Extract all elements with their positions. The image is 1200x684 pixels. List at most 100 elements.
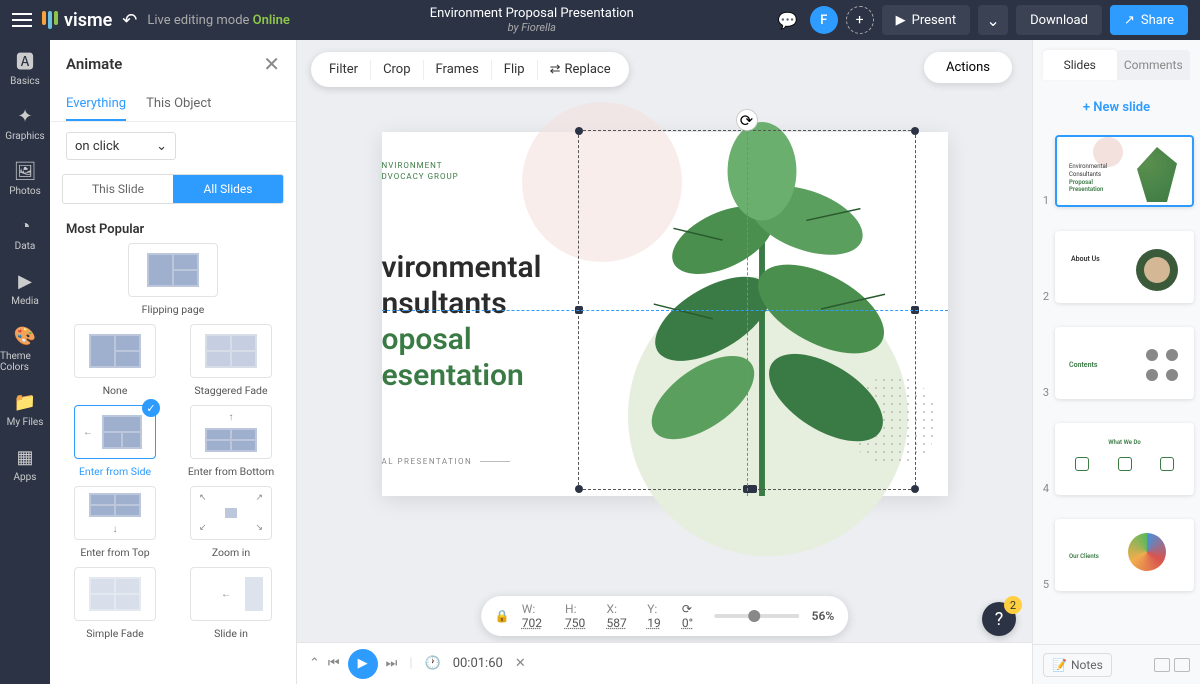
zoom-slider[interactable]: [715, 614, 800, 618]
scope-toggle: This Slide All Slides: [62, 174, 284, 204]
view-list-icon[interactable]: [1174, 658, 1190, 672]
x-value[interactable]: 587: [607, 616, 627, 630]
close-icon[interactable]: ✕: [263, 52, 280, 76]
context-toolbar: Filter Crop Frames Flip ⇄ Replace: [311, 52, 629, 87]
document-title: Environment Proposal Presentation: [300, 6, 764, 21]
anim-simple-fade[interactable]: Simple Fade: [66, 567, 164, 640]
actions-button[interactable]: Actions: [924, 52, 1012, 83]
notes-button[interactable]: 📝 Notes: [1043, 653, 1112, 677]
anim-enter-from-bottom[interactable]: ↑ Enter from Bottom: [182, 405, 280, 478]
slide-footer: AL PRESENTATION: [382, 457, 511, 466]
animation-indicator-icon: ▸: [1170, 493, 1188, 495]
help-button[interactable]: ? 2: [982, 602, 1016, 636]
anim-none[interactable]: None: [66, 324, 164, 397]
animate-title: Animate: [66, 55, 122, 73]
sidebar-item-basics[interactable]: 🅰Basics: [10, 50, 40, 87]
prev-slide-icon[interactable]: ⏮: [328, 656, 340, 671]
section-most-popular: Most Popular: [50, 208, 296, 243]
resize-handle[interactable]: [575, 485, 583, 493]
left-iconbar: 🅰Basics ✦Graphics 🖼Photos ◔Data ▶Media 🎨…: [0, 40, 50, 684]
share-button[interactable]: ↗ Share: [1110, 5, 1188, 35]
present-button[interactable]: ▶ Present: [882, 5, 970, 35]
slide-thumbnail-5[interactable]: Our Clients: [1055, 519, 1194, 591]
menu-icon[interactable]: [12, 13, 32, 27]
view-grid-icon[interactable]: [1154, 658, 1170, 672]
avatar[interactable]: F: [810, 6, 838, 34]
download-button[interactable]: Download: [1016, 5, 1102, 35]
animation-indicator-icon: ▸: [1170, 301, 1188, 303]
slide-thumbnail-4[interactable]: What We Do ▸: [1055, 423, 1194, 495]
scope-all-slides[interactable]: All Slides: [173, 175, 283, 203]
editing-mode-label: Live editing mode Online: [147, 13, 290, 28]
sidebar-item-media[interactable]: ▶Media: [11, 270, 39, 307]
width-value[interactable]: 702: [522, 616, 542, 630]
alignment-guide: [382, 310, 948, 311]
replace-icon: ⇄: [550, 62, 561, 77]
anim-zoom-in[interactable]: ↖↗↙↘ Zoom in: [182, 486, 280, 559]
anim-enter-from-top[interactable]: ↓ Enter from Top: [66, 486, 164, 559]
animate-panel: Animate ✕ Everything This Object on clic…: [50, 40, 297, 684]
comment-icon[interactable]: 💬: [774, 6, 802, 34]
anim-enter-from-side[interactable]: ← ✓ Enter from Side: [66, 405, 164, 478]
document-author: by Fiorella: [300, 21, 764, 34]
resize-handle[interactable]: [911, 485, 919, 493]
logo[interactable]: visme: [42, 10, 112, 31]
slide-number: 4: [1039, 482, 1049, 495]
slide-thumbnail-1[interactable]: EnvironmentalConsultantsProposalPresenta…: [1055, 135, 1194, 207]
replace-button[interactable]: ⇄ Replace: [538, 56, 623, 83]
animation-indicator-icon: ▸: [1170, 397, 1188, 399]
canvas-area: Filter Crop Frames Flip ⇄ Replace Action…: [297, 40, 1032, 684]
trigger-select[interactable]: on click⌄: [66, 132, 176, 160]
clear-time-icon[interactable]: ✕: [515, 656, 526, 671]
anim-flipping-page[interactable]: Flipping page: [66, 243, 280, 316]
play-button[interactable]: ▶: [348, 649, 378, 679]
sidebar-item-apps[interactable]: ▦Apps: [14, 446, 37, 483]
new-slide-button[interactable]: + New slide: [1043, 90, 1190, 125]
bottom-bar: ⌃ ⏮ ▶ ⏭ | 🕐 00:01:60 ✕: [297, 642, 1032, 684]
plant-image[interactable]: [612, 122, 912, 496]
help-count-badge: 2: [1004, 596, 1022, 614]
resize-handle[interactable]: [911, 127, 919, 135]
crop-button[interactable]: Crop: [371, 56, 422, 83]
undo-icon[interactable]: ↶: [122, 10, 137, 31]
slide-number: 2: [1039, 290, 1049, 303]
next-slide-icon[interactable]: ⏭: [386, 656, 398, 671]
anim-staggered-fade[interactable]: Staggered Fade: [182, 324, 280, 397]
collapse-icon[interactable]: ⌃: [309, 656, 320, 671]
status-pill: 🔒 W: 702 H: 750 X: 587 Y: 19 ⟳ 0° 56%: [481, 596, 849, 636]
frames-button[interactable]: Frames: [424, 56, 491, 83]
sidebar-item-graphics[interactable]: ✦Graphics: [5, 105, 44, 142]
scope-this-slide[interactable]: This Slide: [63, 175, 173, 203]
y-value[interactable]: 19: [647, 616, 661, 630]
slide-number: 3: [1039, 386, 1049, 399]
sidebar-item-theme-colors[interactable]: 🎨Theme Colors: [0, 325, 50, 373]
alignment-guide: [747, 132, 748, 496]
present-dropdown[interactable]: ⌄: [978, 5, 1008, 35]
tab-everything[interactable]: Everything: [66, 88, 126, 121]
slide-tag: NVIRONMENT DVOCACY GROUP: [382, 160, 459, 182]
anim-slide-in[interactable]: ← Slide in: [182, 567, 280, 640]
tab-slides[interactable]: Slides: [1043, 50, 1117, 80]
sidebar-item-photos[interactable]: 🖼Photos: [9, 160, 41, 197]
clock-icon: 🕐: [425, 656, 441, 671]
tab-comments[interactable]: Comments: [1117, 50, 1191, 80]
animation-indicator-icon: ▸: [1170, 205, 1188, 207]
slide-thumbnail-2[interactable]: About Us ▸: [1055, 231, 1194, 303]
filter-button[interactable]: Filter: [317, 56, 370, 83]
time-display: 00:01:60: [453, 656, 503, 671]
slide-thumbnail-3[interactable]: Contents ▸: [1055, 327, 1194, 399]
height-value[interactable]: 750: [565, 616, 585, 630]
document-title-block: Environment Proposal Presentation by Fio…: [300, 6, 764, 34]
zoom-value: 56%: [812, 609, 835, 623]
add-collaborator-icon[interactable]: +: [846, 6, 874, 34]
slide-canvas[interactable]: NVIRONMENT DVOCACY GROUP vironmental nsu…: [382, 132, 948, 496]
lock-icon[interactable]: 🔒: [495, 609, 510, 623]
sidebar-item-my-files[interactable]: 📁My Files: [7, 391, 44, 428]
flip-button[interactable]: Flip: [492, 56, 537, 83]
slide-number: 5: [1039, 578, 1049, 591]
sidebar-item-data[interactable]: ◔Data: [14, 215, 36, 252]
rotate-icon[interactable]: ⟳ 0°: [682, 602, 703, 630]
tab-this-object[interactable]: This Object: [146, 88, 211, 121]
check-icon: ✓: [142, 399, 160, 417]
right-rail: Slides Comments + New slide 1 Environmen…: [1032, 40, 1200, 684]
